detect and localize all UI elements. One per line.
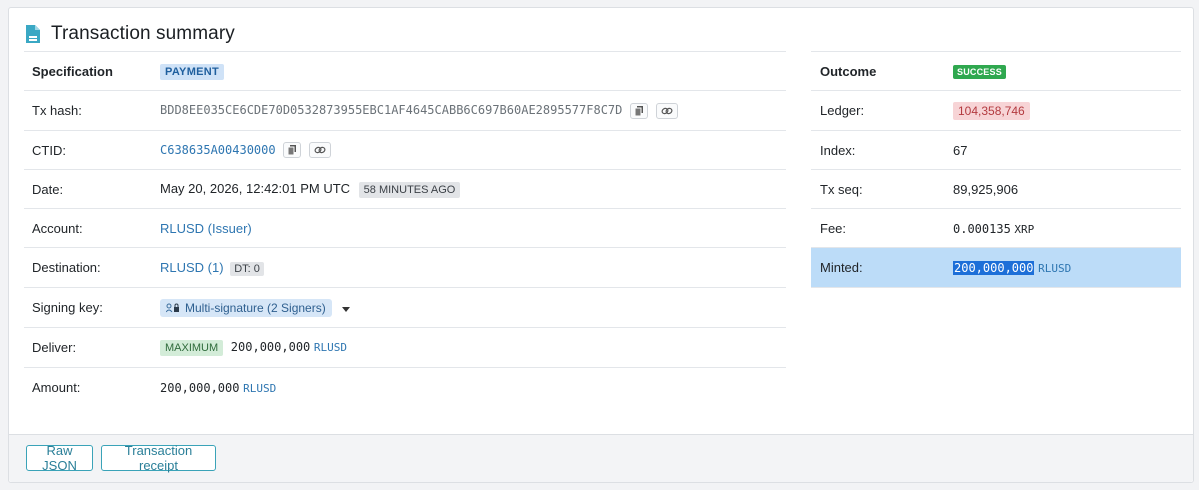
index-value: 67 [953,142,968,158]
minted-row: Minted: 200,000,000 RLUSD [811,247,1181,288]
copy-ctid-button[interactable] [283,142,302,159]
tx-hash-value[interactable]: BDD8EE035CE6CDE70D0532873955EBC1AF4645CA… [160,103,622,117]
tx-seq-label: Tx seq: [811,169,953,209]
ledger-row: Ledger: 104,358,746 [811,90,1181,131]
index-row: Index: 67 [811,130,1181,170]
account-label: Account: [24,208,160,248]
ledger-link[interactable]: 104,358,746 [953,101,1030,120]
maximum-badge: MAXIMUM [160,340,224,356]
card-header: Transaction summary [25,22,235,46]
hash-link-button[interactable] [655,102,678,119]
transaction-receipt-button[interactable]: Transaction receipt [101,443,216,473]
page-title: Transaction summary [51,23,235,44]
destination-link[interactable]: RLUSD (1) [160,260,224,275]
account-row: Account: RLUSD (Issuer) [24,208,786,248]
index-label: Index: [811,130,953,170]
deliver-amount: 200,000,000 [230,340,311,354]
tx-hash-row: Tx hash: BDD8EE035CE6CDE70D0532873955EBC… [24,90,786,131]
transaction-summary-card: Transaction summary Specification PAYMEN… [8,7,1194,483]
caret-down-icon[interactable] [342,306,351,312]
fee-label: Fee: [811,208,953,248]
destination-label: Destination: [24,247,160,288]
tx-seq-row: Tx seq: 89,925,906 [811,169,1181,209]
fee-value: 0.000135 [953,221,1011,236]
minted-amount[interactable]: 200,000,000 [953,261,1035,275]
signing-key-label: Signing key: [24,287,160,328]
minted-currency-link[interactable]: RLUSD [1038,262,1071,275]
amount-currency-link[interactable]: RLUSD [243,382,276,395]
copy-icon [287,145,296,156]
date-value: May 20, 2026, 12:42:01 PM UTC [160,180,351,196]
ctid-row: CTID: C638635A00430000 [24,130,786,170]
date-row: Date: May 20, 2026, 12:42:01 PM UTC 58 M… [24,169,786,209]
fee-currency: XRP [1014,222,1035,236]
link-icon [314,147,326,154]
document-icon [26,25,40,43]
destination-tag-badge: DT: 0 [230,261,264,276]
account-link[interactable]: RLUSD (Issuer) [160,221,252,236]
copy-hash-button[interactable] [630,102,648,119]
minted-label: Minted: [811,247,953,288]
ctid-value[interactable]: C638635A00430000 [160,143,276,157]
time-ago-badge: 58 MINUTES AGO [358,181,461,198]
tx-hash-label: Tx hash: [24,90,160,131]
payment-badge: PAYMENT [160,63,225,80]
deliver-label: Deliver: [24,327,160,368]
signing-key-row: Signing key: Multi-signature (2 Signers) [24,287,786,328]
date-label: Date: [24,169,160,209]
ctid-link-button[interactable] [308,142,331,159]
outcome-label: Outcome [811,51,953,91]
specification-table: Specification PAYMENT Tx hash: BDD8EE035… [24,51,786,407]
success-badge: SUCCESS [953,65,1006,79]
amount-value: 200,000,000 [160,380,240,395]
amount-label: Amount: [32,379,81,395]
ctid-label: CTID: [24,130,160,170]
outcome-table: Outcome SUCCESS Ledger: 104,358,746 Inde… [811,51,1181,288]
tx-seq-value: 89,925,906 [953,181,1019,197]
specification-label: Specification [24,51,160,91]
link-icon [661,107,673,115]
specification-row: Specification PAYMENT [24,51,786,91]
outcome-row: Outcome SUCCESS [811,51,1181,91]
amount-row: Amount: 200,000,000 RLUSD [24,368,786,407]
card-footer: Raw JSON Transaction receipt [9,434,1193,482]
fee-row: Fee: 0.000135 XRP [811,208,1181,248]
deliver-row: Deliver: MAXIMUM 200,000,000 RLUSD [24,327,786,368]
signers-badge[interactable]: Multi-signature (2 Signers) [160,298,332,317]
copy-icon [634,105,643,116]
deliver-currency-link[interactable]: RLUSD [314,341,347,354]
signers-icon [166,303,179,312]
destination-row: Destination: RLUSD (1) DT: 0 [24,247,786,288]
raw-json-button[interactable]: Raw JSON [26,443,93,473]
signers-label: Multi-signature (2 Signers) [185,300,326,315]
ledger-label: Ledger: [811,90,953,131]
